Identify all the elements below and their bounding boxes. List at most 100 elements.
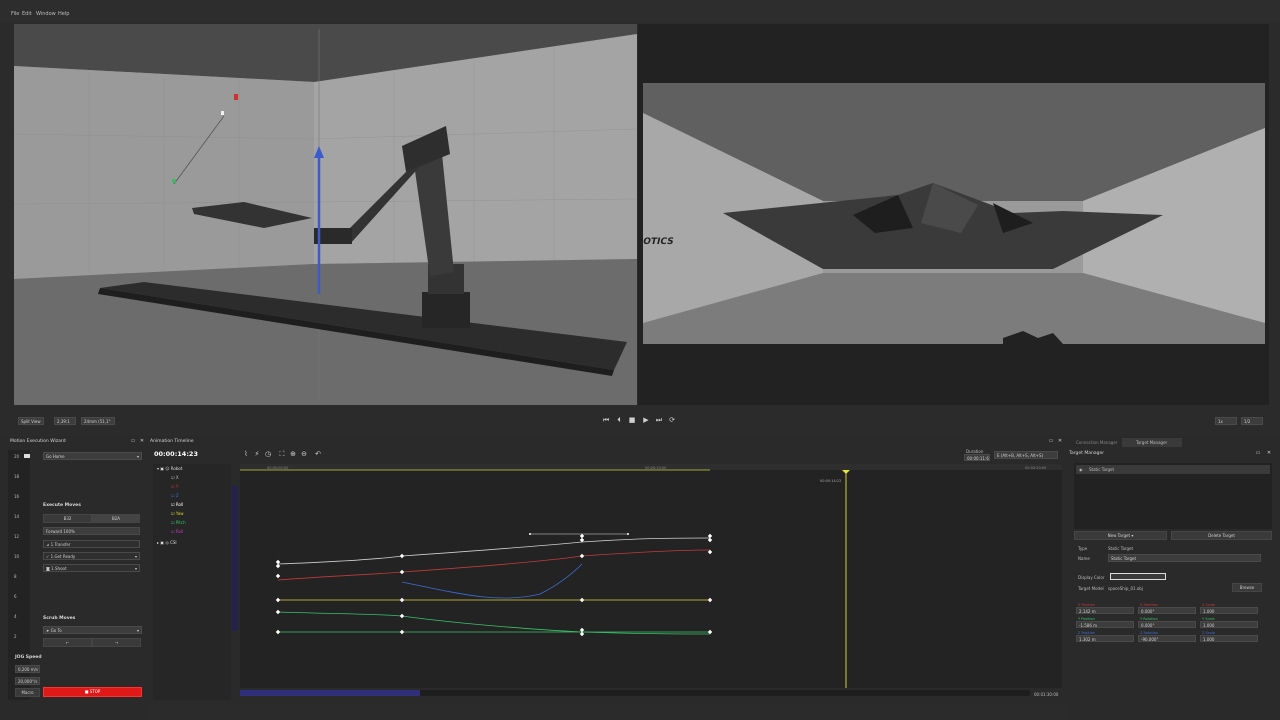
tree-item-y[interactable]: ☑ Y	[171, 484, 178, 489]
skip-start-icon[interactable]: ⏮	[602, 416, 610, 424]
lens-select[interactable]: 24mm (51,1°	[81, 417, 115, 425]
forward-select[interactable]: Forward 100%	[43, 527, 140, 535]
float-icon[interactable]: ▭	[1048, 437, 1054, 445]
float-icon[interactable]: ▭	[1255, 449, 1261, 457]
transform-field[interactable]: 1,302 m	[1076, 635, 1134, 642]
tree-root[interactable]: ▾ ▣ ☺ Robot	[157, 466, 182, 471]
tree-extra-label: CSI	[170, 540, 177, 545]
tree-item-label: Roll	[175, 502, 184, 507]
play-icon[interactable]: ▶	[642, 416, 650, 424]
clock-icon[interactable]: ◷	[264, 450, 272, 458]
loop-icon[interactable]: ⟳	[668, 416, 676, 424]
ruler-tick: 18	[14, 474, 20, 479]
tree-scrollbar[interactable]	[232, 486, 238, 631]
close-icon[interactable]: ✕	[139, 437, 145, 445]
transform-field[interactable]: -90,000°	[1138, 635, 1196, 642]
tree-item-label: Z	[175, 493, 179, 498]
zoom-in-icon[interactable]: ⊕	[289, 450, 297, 458]
transform-field[interactable]: 0,000°	[1138, 607, 1196, 614]
speed-select[interactable]: 1x	[1215, 417, 1237, 425]
tree-item-yaw[interactable]: ☑ Yaw	[171, 511, 183, 516]
scrollbar-thumb[interactable]	[240, 690, 420, 696]
timeline-scrollbar[interactable]	[240, 690, 1030, 696]
keyframe	[579, 631, 585, 637]
skip-end-icon[interactable]: ⏭	[655, 416, 663, 424]
wall-logo: OTICS	[641, 237, 675, 247]
target-list-item[interactable]: ◉ Static Target	[1076, 465, 1270, 474]
delete-target-button[interactable]: Delete Target	[1171, 531, 1272, 540]
next-move-button[interactable]: →	[92, 638, 141, 647]
ruler-tick-label: 00:00:10:00	[645, 466, 666, 470]
move-item-1[interactable]: ⊿ 1.Transfer	[43, 540, 140, 548]
jog-rotation-field[interactable]: 20,000°/s	[15, 677, 40, 685]
tree-item-roll[interactable]: ☑ Roll	[171, 502, 183, 507]
transform-field[interactable]: 2,142 m	[1076, 607, 1134, 614]
aspect-ratio-select[interactable]: 2,39:1	[54, 417, 76, 425]
tree-item-roll2[interactable]: ☑ Roll	[171, 529, 183, 534]
menu-window[interactable]: Window	[36, 11, 56, 17]
display-color-swatch[interactable]	[1110, 573, 1166, 580]
stop-button[interactable]: ■ STOP	[43, 687, 142, 697]
fit-icon[interactable]: ⛶	[278, 450, 286, 458]
transform-field[interactable]: 1,000	[1200, 607, 1258, 614]
tree-root-label: Robot	[170, 466, 183, 471]
duration-field[interactable]: 00:00:11:69	[964, 454, 990, 461]
close-icon[interactable]: ✕	[1266, 449, 1272, 457]
tree-item-z[interactable]: ☑ Z	[171, 493, 179, 498]
camera-viewport[interactable]: OTICS	[638, 24, 1269, 405]
transform-field[interactable]: 0,000°	[1138, 621, 1196, 628]
name-field[interactable]: Static Target	[1108, 554, 1261, 562]
transform-field[interactable]: -1,586 m	[1076, 621, 1134, 628]
tree-extra[interactable]: ▸ ▣ ◎ CSI	[157, 540, 177, 545]
menu-help[interactable]: Help	[58, 11, 69, 17]
keyframe	[579, 533, 585, 539]
move-item-3[interactable]: ◙ 1.Shoot ▾	[43, 564, 140, 572]
undo-icon[interactable]: ↶	[314, 450, 322, 458]
keyframe	[579, 553, 585, 559]
ruler-tick: 14	[14, 514, 20, 519]
seg-left-button[interactable]: B32	[43, 514, 92, 523]
curve-editor[interactable]: 00:00:00:00 00:00:10:00 00:00:20:00 00:00:1…	[240, 464, 1062, 688]
transform-field[interactable]: 1,000	[1200, 635, 1258, 642]
transform-field[interactable]: 1,000	[1200, 621, 1258, 628]
browse-button[interactable]: Browse	[1232, 583, 1262, 592]
scrub-label: Scrub Moves	[43, 616, 76, 621]
channel-tree: ▾ ▣ ☺ Robot ☑ X ☑ Y ☑ Z ☑ Roll ☑ Yaw ☑ P…	[153, 464, 231, 700]
scene-viewport[interactable]	[14, 24, 637, 405]
tangent-handle	[529, 533, 531, 535]
new-target-button[interactable]: New Target ▾	[1074, 531, 1167, 540]
curve-tool-icon[interactable]: ⌇	[242, 450, 250, 458]
keyframe	[275, 597, 281, 603]
tab-connection-manager[interactable]: Connection Manager	[1076, 440, 1117, 445]
prev-move-button[interactable]: ←	[43, 638, 92, 647]
float-icon[interactable]: ▭	[130, 437, 136, 445]
move-item-2[interactable]: ✓ 1.Get Ready ▾	[43, 552, 140, 560]
home-select[interactable]: Go Home ▾	[43, 452, 142, 460]
goto-select[interactable]: ➤ Go To ▾	[43, 626, 142, 634]
jog-label: JOG Speed	[15, 655, 42, 660]
menu-edit[interactable]: Edit	[22, 11, 32, 17]
name-label: Name	[1078, 556, 1090, 561]
tab-target-manager[interactable]: Target Manager	[1122, 438, 1182, 447]
keyframe	[399, 597, 405, 603]
interp-select[interactable]: E (Alt+B, Alt+S, Alt+S)	[994, 451, 1058, 459]
macro-button[interactable]: Macro	[15, 688, 40, 697]
target-list: ◉ Static Target	[1074, 463, 1272, 529]
close-icon[interactable]: ✕	[1057, 437, 1063, 445]
menu-file[interactable]: File	[11, 11, 19, 17]
fraction-select[interactable]: 1/2	[1241, 417, 1263, 425]
stop-button-label: STOP	[89, 689, 101, 694]
tree-item-x[interactable]: ☑ X	[171, 475, 179, 480]
view-mode-select[interactable]: Split View	[18, 417, 44, 425]
jog-speed-field[interactable]: 0,200 m/s	[15, 665, 40, 673]
key-tool-icon[interactable]: ⚡	[253, 450, 261, 458]
stop-icon[interactable]: ■	[628, 416, 636, 424]
ruler-handle[interactable]	[24, 454, 30, 458]
keyframe	[275, 563, 281, 569]
zoom-out-icon[interactable]: ⊖	[300, 450, 308, 458]
step-back-icon[interactable]: ⏴	[615, 416, 623, 424]
keyframe	[399, 569, 405, 575]
tree-item-pitch[interactable]: ☑ Pitch	[171, 520, 186, 525]
seg-right-button[interactable]: B2A	[92, 514, 140, 523]
keyframe	[399, 553, 405, 559]
